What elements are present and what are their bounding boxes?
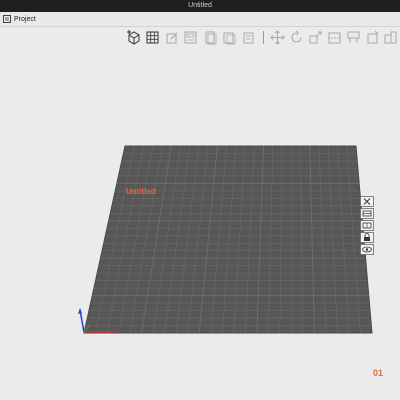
remove-plate-button[interactable] <box>360 196 374 207</box>
edit-object-button[interactable] <box>163 29 180 46</box>
z-axis-arrowhead <box>78 308 82 314</box>
cut-button[interactable] <box>326 29 343 46</box>
layout-icon <box>184 31 197 44</box>
paste-icon <box>223 32 236 45</box>
arrange-icon <box>360 208 374 219</box>
grid-arrange-icon <box>146 31 159 44</box>
arrange-grid-button[interactable] <box>144 29 161 46</box>
assembly-button[interactable] <box>382 29 399 46</box>
seam-button[interactable] <box>364 29 381 46</box>
cut-icon <box>328 32 341 44</box>
3d-viewport[interactable]: Untitled 01 <box>0 48 400 400</box>
rotate-icon <box>291 30 302 43</box>
move-icon <box>270 30 285 45</box>
toolbar <box>122 28 400 48</box>
arrange-plate-button[interactable] <box>360 208 374 219</box>
plate-settings-button[interactable] <box>360 244 374 255</box>
edit-box-icon <box>166 32 178 44</box>
delete-icon <box>243 32 254 44</box>
project-icon <box>3 15 11 23</box>
delete-button[interactable] <box>240 29 257 46</box>
scale-icon <box>309 31 322 44</box>
orient-plate-button[interactable] <box>360 220 374 231</box>
scale-button[interactable] <box>307 29 324 46</box>
paste-button[interactable] <box>221 29 238 46</box>
add-object-button[interactable] <box>125 29 142 46</box>
eye-icon <box>360 244 374 255</box>
support-icon <box>347 31 360 43</box>
seam-icon <box>367 30 379 44</box>
close-icon <box>360 196 374 207</box>
move-button[interactable] <box>269 29 286 46</box>
support-button[interactable] <box>345 29 362 46</box>
build-plate[interactable] <box>83 145 373 334</box>
cube-add-icon <box>127 30 140 45</box>
project-menu-label: Project <box>14 15 36 23</box>
plate-number-label: 01 <box>373 368 384 378</box>
plate-name-label[interactable]: Untitled <box>126 187 156 196</box>
window-title: Untitled <box>188 2 212 9</box>
assembly-icon <box>384 31 397 44</box>
copy-button[interactable] <box>202 29 219 46</box>
menu-bar: Project <box>0 12 400 27</box>
orient-icon <box>360 220 374 231</box>
scene-canvas[interactable] <box>0 48 400 400</box>
lock-plate-button[interactable] <box>360 232 374 243</box>
toolbar-separator <box>263 31 264 44</box>
lock-icon <box>360 232 374 243</box>
rotate-button[interactable] <box>288 29 305 46</box>
title-bar: Untitled <box>0 0 400 12</box>
layout-button[interactable] <box>182 29 199 46</box>
project-menu-button[interactable]: Project <box>3 13 36 25</box>
copy-icon <box>205 31 217 45</box>
